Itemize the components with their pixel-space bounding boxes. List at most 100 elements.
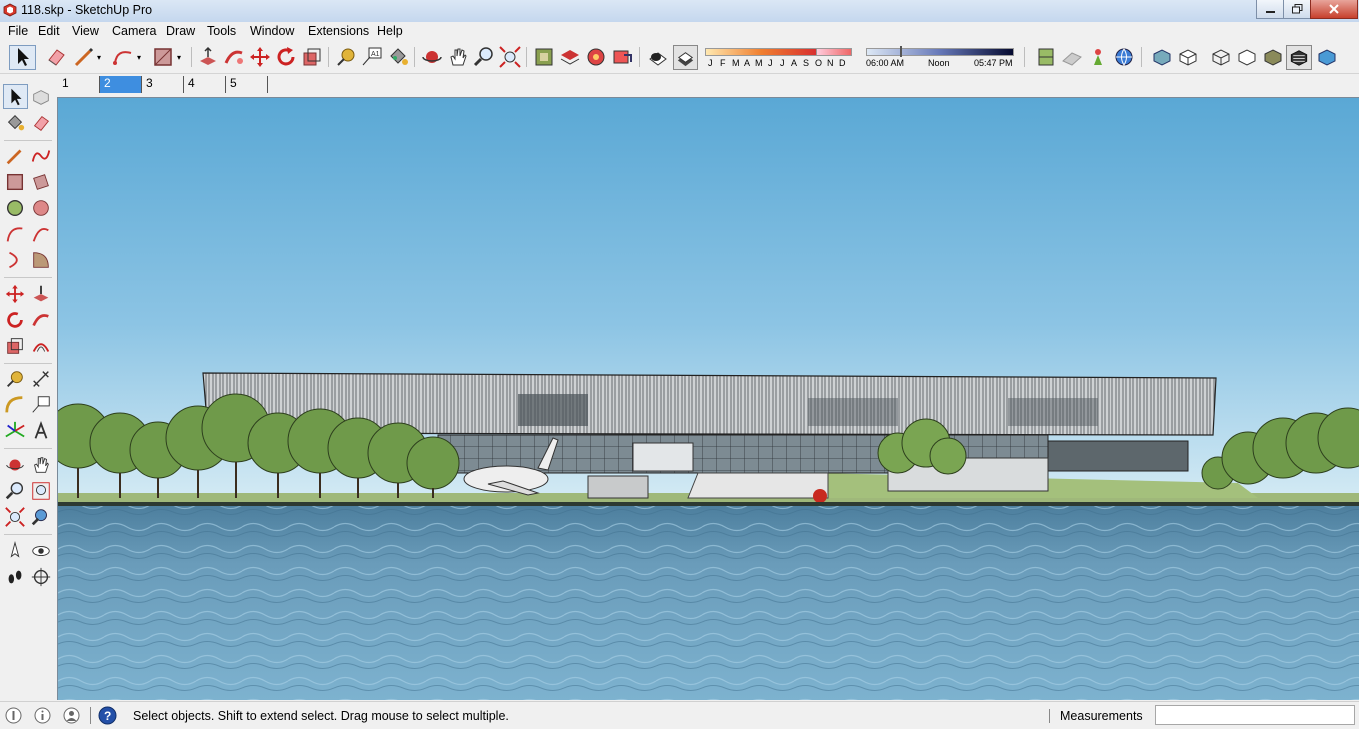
zoom-icon[interactable] xyxy=(472,45,496,69)
pencil-line-icon[interactable] xyxy=(72,45,96,69)
shoreline xyxy=(58,502,1359,506)
orbit-icon[interactable] xyxy=(420,45,444,69)
back-edges-icon[interactable] xyxy=(1176,45,1200,69)
move-icon[interactable] xyxy=(248,45,272,69)
display-shadows-toggle[interactable] xyxy=(673,45,698,70)
three-point-arc-icon[interactable] xyxy=(4,249,26,271)
make-component-icon[interactable] xyxy=(30,86,52,108)
close-button[interactable] xyxy=(1310,0,1358,19)
rotated-rectangle-icon[interactable] xyxy=(30,171,52,193)
dimension-text-icon[interactable]: A1 xyxy=(360,45,384,69)
zoom-extents-icon[interactable] xyxy=(498,45,522,69)
move-icon[interactable] xyxy=(4,283,26,305)
pan-hand-icon[interactable] xyxy=(446,45,470,69)
paint-bucket-icon[interactable] xyxy=(4,112,26,134)
paint-bucket-icon[interactable] xyxy=(386,45,410,69)
menu-extensions[interactable]: Extensions xyxy=(308,24,369,38)
text-icon[interactable] xyxy=(30,394,52,416)
get-models-icon[interactable] xyxy=(584,45,608,69)
scene-tab-1[interactable]: 1 xyxy=(58,76,100,93)
follow-me-icon[interactable] xyxy=(222,45,246,69)
hidden-line-icon[interactable] xyxy=(1235,45,1259,69)
arc-icon[interactable] xyxy=(4,223,26,245)
monochrome-icon[interactable] xyxy=(1315,45,1339,69)
time-slider[interactable] xyxy=(866,46,1014,57)
menu-camera[interactable]: Camera xyxy=(112,24,156,38)
wireframe-icon[interactable] xyxy=(1209,45,1233,69)
help-icon[interactable]: ? xyxy=(98,706,117,725)
scale-icon[interactable] xyxy=(4,335,26,357)
rectangle-icon[interactable] xyxy=(151,45,175,69)
extension-warehouse-icon[interactable] xyxy=(610,45,634,69)
scale-icon[interactable] xyxy=(300,45,324,69)
menu-window[interactable]: Window xyxy=(250,24,294,38)
measurements-input[interactable] xyxy=(1155,705,1355,725)
position-camera-icon[interactable] xyxy=(4,540,26,562)
zoom-window-icon[interactable] xyxy=(30,480,52,502)
geo-location-icon[interactable] xyxy=(5,707,22,724)
eraser-icon[interactable] xyxy=(44,45,68,69)
dimension-icon[interactable] xyxy=(30,368,52,390)
eraser-icon[interactable] xyxy=(30,112,52,134)
orbit-icon[interactable] xyxy=(4,454,26,476)
scene-tab-5[interactable]: 5 xyxy=(226,76,268,93)
line-icon[interactable] xyxy=(4,145,26,167)
menu-edit[interactable]: Edit xyxy=(38,24,60,38)
tape-measure-icon[interactable] xyxy=(334,45,358,69)
menu-help[interactable]: Help xyxy=(377,24,403,38)
zoom-icon[interactable] xyxy=(4,480,26,502)
push-pull-icon[interactable] xyxy=(30,283,52,305)
select-icon[interactable] xyxy=(5,86,27,108)
scene-tab-4[interactable]: 4 xyxy=(184,76,226,93)
shadow-settings-icon[interactable] xyxy=(646,45,670,69)
two-point-arc-icon[interactable] xyxy=(30,223,52,245)
model-viewport[interactable] xyxy=(57,97,1359,700)
xray-style-icon[interactable] xyxy=(1150,45,1174,69)
zoom-extents-icon[interactable] xyxy=(4,506,26,528)
section-plane-icon[interactable] xyxy=(30,566,52,588)
offset-icon[interactable] xyxy=(30,335,52,357)
axes-icon[interactable] xyxy=(4,420,26,442)
arc-icon[interactable] xyxy=(111,45,135,69)
3d-text-icon[interactable] xyxy=(30,420,52,442)
line-dropdown-icon[interactable]: ▾ xyxy=(97,53,101,62)
share-model-icon[interactable] xyxy=(558,45,582,69)
menu-view[interactable]: View xyxy=(72,24,99,38)
menu-tools[interactable]: Tools xyxy=(207,24,236,38)
user-account-icon[interactable] xyxy=(63,707,80,724)
scene-tab-2[interactable]: 2 xyxy=(100,76,142,93)
circle-icon[interactable] xyxy=(4,197,26,219)
rotate-icon[interactable] xyxy=(274,45,298,69)
3d-warehouse-icon[interactable] xyxy=(532,45,556,69)
push-pull-icon[interactable] xyxy=(196,45,220,69)
arc-dropdown-icon[interactable]: ▾ xyxy=(137,53,141,62)
atrium xyxy=(632,442,694,472)
walk-globe-icon[interactable] xyxy=(1112,45,1136,69)
menu-file[interactable]: File xyxy=(8,24,28,38)
pan-icon[interactable] xyxy=(30,454,52,476)
minimize-button[interactable] xyxy=(1256,0,1284,19)
tape-measure-icon[interactable] xyxy=(4,368,26,390)
walk-footprints-icon[interactable] xyxy=(4,566,26,588)
look-around-icon[interactable] xyxy=(30,540,52,562)
display-section-planes-icon[interactable] xyxy=(1060,45,1084,69)
select-arrow-icon[interactable] xyxy=(11,45,35,69)
shaded-icon[interactable] xyxy=(1261,45,1285,69)
protractor-icon[interactable] xyxy=(4,394,26,416)
restore-button[interactable] xyxy=(1283,0,1311,19)
polygon-icon[interactable] xyxy=(30,197,52,219)
time-slider-thumb[interactable] xyxy=(900,46,902,57)
menu-draw[interactable]: Draw xyxy=(166,24,195,38)
follow-me-icon[interactable] xyxy=(30,309,52,331)
rotate-icon[interactable] xyxy=(4,309,26,331)
credits-info-icon[interactable] xyxy=(34,707,51,724)
position-camera-icon[interactable] xyxy=(1086,45,1110,69)
scene-tab-3[interactable]: 3 xyxy=(142,76,184,93)
shaded-textures-toggle[interactable] xyxy=(1286,45,1312,70)
freehand-icon[interactable] xyxy=(30,145,52,167)
previous-view-icon[interactable] xyxy=(30,506,52,528)
rectangle-icon[interactable] xyxy=(4,171,26,193)
shape-dropdown-icon[interactable]: ▾ xyxy=(177,53,181,62)
section-plane-icon[interactable] xyxy=(1034,45,1058,69)
pie-icon[interactable] xyxy=(30,249,52,271)
